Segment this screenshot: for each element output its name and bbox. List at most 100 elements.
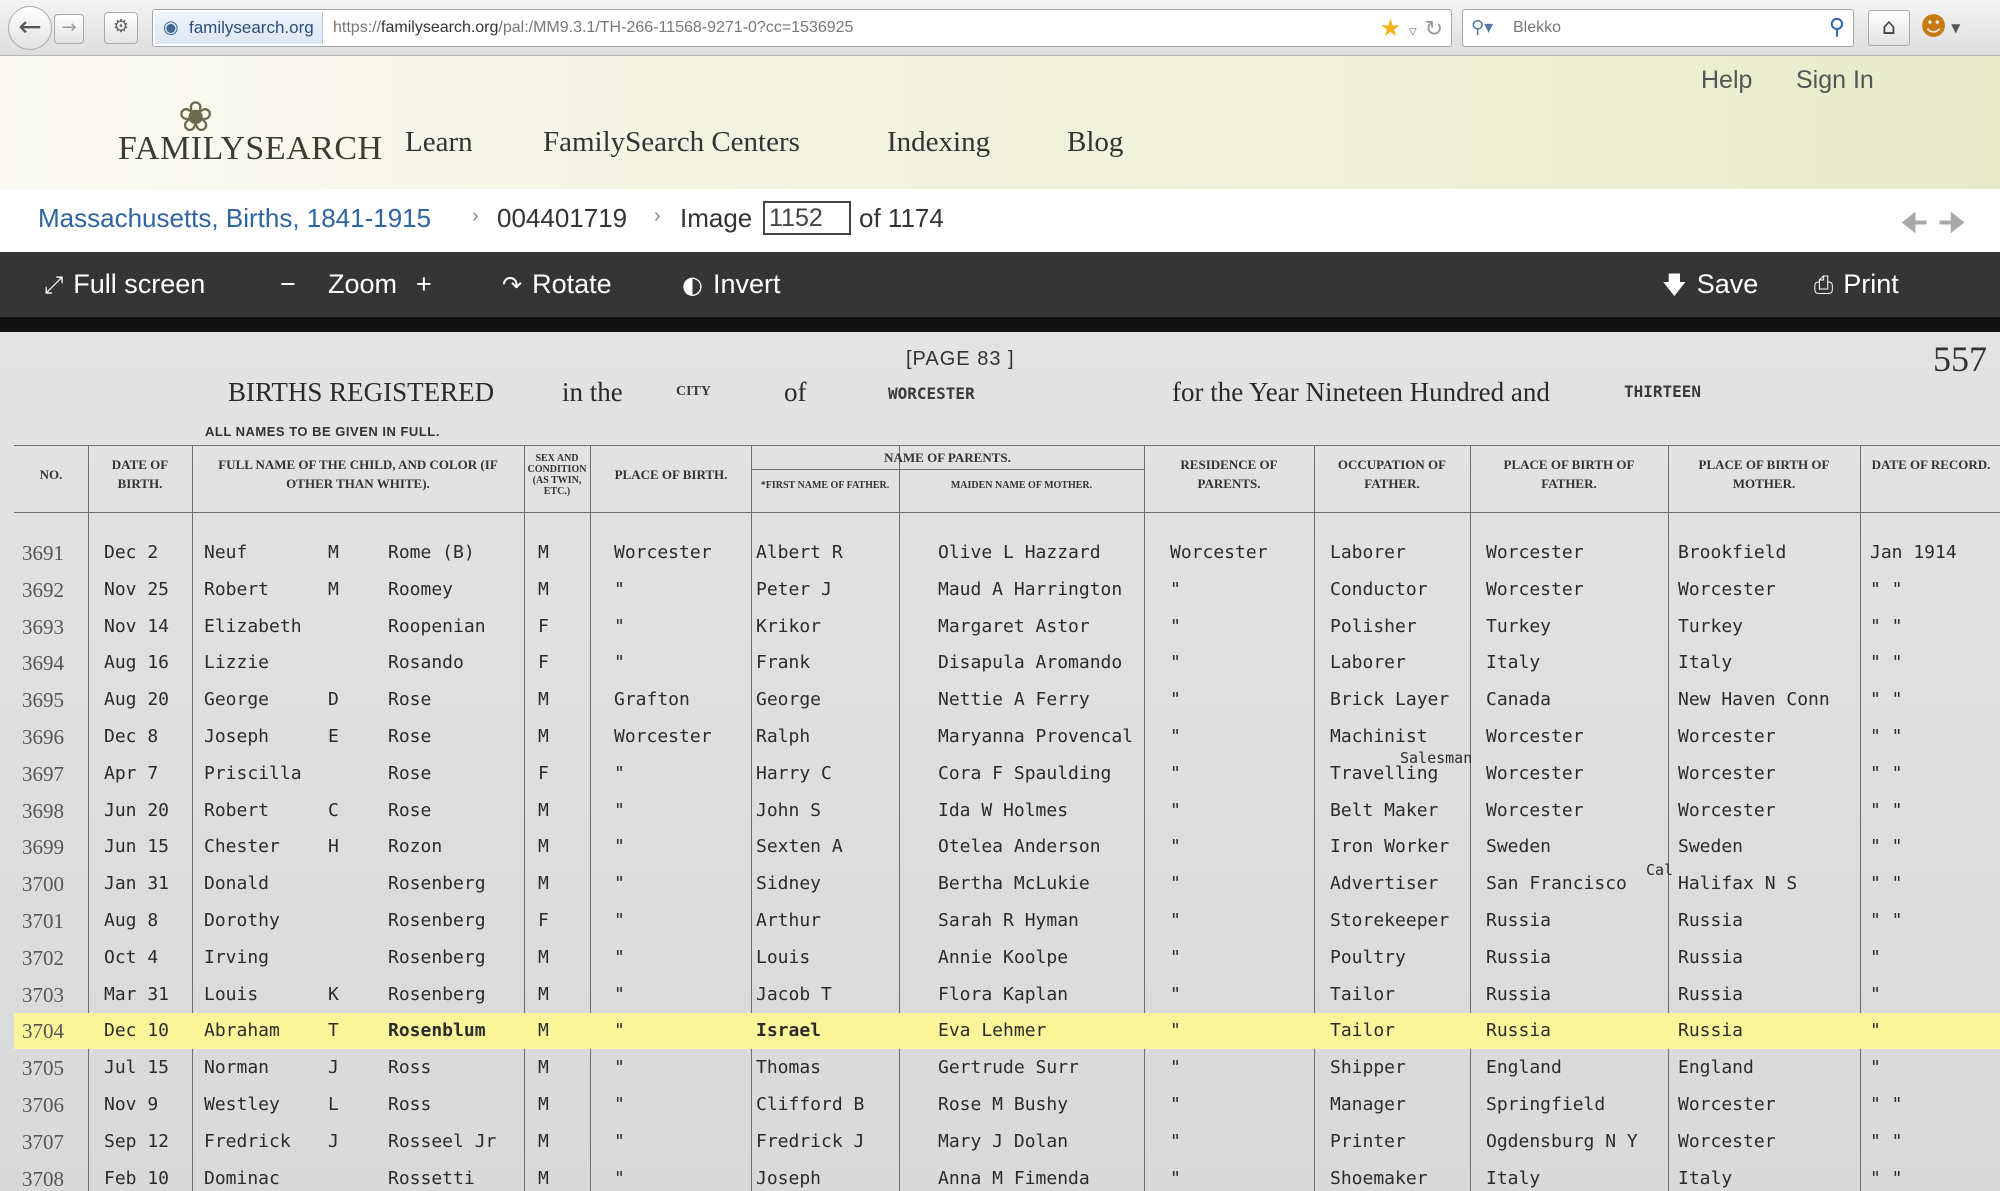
table-row[interactable]: 3702 Oct 4 Irving Rosenberg M " Louis Annie Koo… [14, 940, 2000, 976]
father-first-name: Joseph [756, 1168, 822, 1189]
reload-icon[interactable]: ↻ [1425, 17, 1443, 42]
header-place-of-birth: Place of Birth. [614, 467, 728, 482]
birth-date: Dec 8 [104, 726, 159, 747]
table-row[interactable]: 3697 Apr 7 Priscilla Rose F " Harry C Cora F Sp… [14, 749, 2000, 792]
url-text[interactable]: https://familysearch.org/pal:/MM9.3.1/TH… [333, 10, 853, 46]
forward-arrow-icon[interactable]: → [54, 14, 84, 44]
table-row[interactable]: 3707 Sep 12 Fredrick J Rosseel Jr M " Fredrick … [14, 1124, 2000, 1160]
mother-birthplace: Worcester [1678, 726, 1776, 747]
parents-residence: " [1170, 1020, 1181, 1041]
table-row[interactable]: 3696 Dec 8 Joseph E Rose M Worcester Ralph Marya… [14, 719, 2000, 755]
table-row[interactable]: 3703 Mar 31 Louis K Rosenberg M " Jacob T Flora … [14, 977, 2000, 1013]
parents-residence: " [1170, 726, 1181, 747]
table-row[interactable]: 3700 Jan 31 Donald Rosenberg M " Sidney Bertha … [14, 861, 2000, 902]
table-row[interactable]: 3706 Nov 9 Westley L Ross M " Clifford B Rose M … [14, 1087, 2000, 1123]
father-occupation: Laborer [1330, 542, 1406, 563]
birth-place: " [614, 984, 625, 1005]
nav-familysearch-centers[interactable]: FamilySearch Centers [543, 126, 800, 159]
birth-date: Jun 15 [104, 836, 170, 857]
mother-maiden-name: Anna M Fimenda [938, 1168, 1090, 1189]
dropdown-icon[interactable]: ▿ [1409, 21, 1417, 40]
search-input[interactable]: ⚲▾ Blekko ⚲ [1462, 9, 1854, 47]
table-row-selected[interactable]: 3704 Dec 10 Abraham T Rosenblum M " Israel Eva L… [14, 1013, 2000, 1049]
mother-maiden-name: Disapula Aromando [938, 652, 1123, 673]
table-row[interactable]: 3695 Aug 20 George D Rose M Grafton George Netti… [14, 682, 2000, 718]
print-button[interactable]: ⎙ Print [1814, 252, 1899, 318]
father-first-name: Fredrick J [756, 1131, 865, 1152]
familysearch-logo[interactable]: ❀ FAMILYSEARCH [118, 92, 382, 167]
father-occupation: Laborer [1330, 652, 1406, 673]
record-date: " " [1870, 652, 1903, 673]
table-row[interactable]: 3698 Jun 20 Robert C Rose M " John S Ida W Holme… [14, 793, 2000, 829]
mother-birthplace: Worcester [1678, 1094, 1776, 1115]
father-birthplace: England [1486, 1057, 1562, 1078]
mother-birthplace: Russia [1678, 947, 1744, 968]
record-date: " " [1870, 1131, 1903, 1152]
url-path: /pal:/MM9.3.1/TH-266-11568-9271-0?cc=153… [498, 19, 854, 36]
sign-in-link[interactable]: Sign In [1796, 66, 1874, 95]
parents-residence: " [1170, 579, 1181, 600]
search-engine-icon[interactable]: ⚲▾ [1471, 10, 1493, 46]
record-number: 3706 [22, 1093, 64, 1117]
site-identity-label: familysearch.org [189, 18, 314, 37]
record-image[interactable]: [PAGE 83 ] 557 BIRTHS REGISTERED in the … [0, 332, 2000, 1191]
table-row[interactable]: 3701 Aug 8 Dorothy Rosenberg F " Arthur Sarah R… [14, 903, 2000, 939]
full-screen-button[interactable]: ⤢ Full screen [44, 252, 205, 318]
birth-place: " [614, 1020, 625, 1041]
doc-title-in-the: in the [562, 377, 623, 407]
nav-learn[interactable]: Learn [405, 126, 473, 159]
birth-date: Apr 7 [104, 763, 159, 784]
zoom-in-button[interactable]: + [416, 252, 432, 317]
plus-icon: + [416, 269, 432, 299]
next-image-arrow-icon[interactable]: 🠊 [1938, 206, 1966, 241]
record-date: " " [1870, 579, 1903, 600]
back-arrow-icon[interactable]: ← [8, 6, 52, 50]
zoom-out-button[interactable]: − [280, 252, 296, 317]
child-last-name: Rosenberg [388, 984, 486, 1005]
table-row[interactable]: 3693 Nov 14 Elizabeth Roopenian F " Krikor Marg… [14, 609, 2000, 645]
rotate-button[interactable]: ↷ Rotate [502, 252, 612, 318]
nav-indexing[interactable]: Indexing [887, 126, 990, 159]
table-row[interactable]: 3708 Feb 10 Dominac Rossetti M " Joseph Anna M … [14, 1161, 2000, 1191]
child-last-name: Rose [388, 763, 432, 784]
bookmark-star-icon[interactable]: ★ [1380, 14, 1402, 42]
magnifier-icon[interactable]: ⚲ [1829, 10, 1845, 46]
child-last-name: Ross [388, 1057, 432, 1078]
record-number: 3692 [22, 578, 64, 602]
breadcrumb-collection-link[interactable]: Massachusetts, Births, 1841-1915 [38, 203, 431, 234]
nav-blog[interactable]: Blog [1067, 126, 1123, 159]
mother-maiden-name: Bertha McLukie [938, 873, 1090, 894]
birth-place: " [614, 1131, 625, 1152]
father-birthplace: Worcester [1486, 542, 1584, 563]
image-number-input[interactable] [763, 201, 851, 235]
mother-maiden-name: Rose M Bushy [938, 1094, 1069, 1115]
extension-icon[interactable]: ⚙ [104, 12, 138, 44]
table-row[interactable]: 3694 Aug 16 Lizzie Rosando F " Frank Disapula A… [14, 645, 2000, 681]
table-row[interactable]: 3699 Jun 15 Chester H Rozon M " Sexten A Otelea … [14, 829, 2000, 865]
home-icon[interactable]: ⌂ [1868, 10, 1910, 46]
addon-menu-button[interactable]: ☻ ▼ [1920, 10, 1980, 46]
table-row[interactable]: 3692 Nov 25 Robert M Roomey M " Peter J Maud A H… [14, 572, 2000, 608]
table-row[interactable]: 3705 Jul 15 Norman J Ross M " Thomas Gertrude Su… [14, 1050, 2000, 1086]
url-bar-icons: ★ ▿ ↻ [1380, 12, 1443, 47]
birth-place: " [614, 836, 625, 857]
address-bar[interactable]: ◉ familysearch.org https://familysearch.… [152, 9, 1452, 47]
site-identity-button[interactable]: ◉ familysearch.org [155, 12, 323, 44]
father-first-name: Israel [756, 1020, 822, 1041]
parents-residence: " [1170, 1131, 1181, 1152]
record-number: 3696 [22, 725, 64, 749]
previous-image-arrow-icon[interactable]: 🠈 [1900, 206, 1928, 241]
save-button[interactable]: 🡇 Save [1662, 252, 1758, 318]
record-date: " " [1870, 873, 1903, 894]
mother-maiden-name: Sarah R Hyman [938, 910, 1079, 931]
birth-date: Jun 20 [104, 800, 170, 821]
invert-button[interactable]: ◐ Invert [682, 252, 780, 318]
parents-residence: " [1170, 800, 1181, 821]
logo-text: FAMILYSEARCH [118, 130, 383, 167]
table-row[interactable]: 3691 Dec 2 Neuf M Rome (B) M Worcester Albert R… [14, 535, 2000, 571]
child-first-name: Lizzie [204, 652, 270, 673]
birth-place: " [614, 763, 625, 784]
help-link[interactable]: Help [1701, 66, 1752, 95]
child-first-name: Dominac [204, 1168, 280, 1189]
mother-birthplace: Worcester [1678, 579, 1776, 600]
